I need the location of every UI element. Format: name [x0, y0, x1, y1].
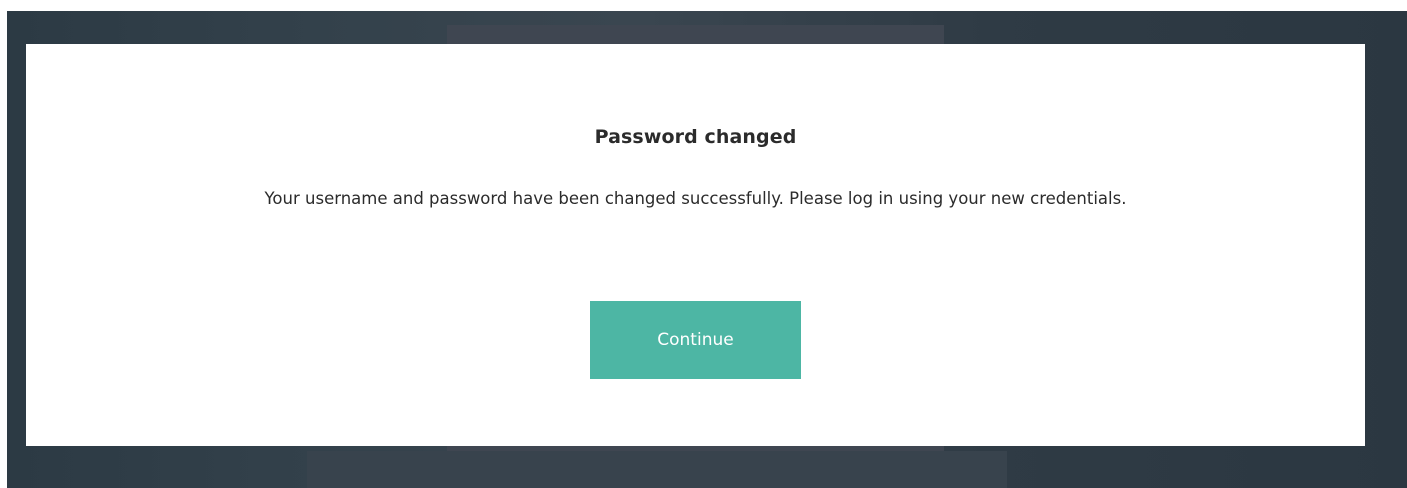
password-changed-dialog: Password changed Your username and passw…	[26, 44, 1365, 446]
backdrop-panel-lower	[307, 451, 1007, 488]
dialog-title: Password changed	[594, 126, 797, 148]
dialog-message: Your username and password have been cha…	[264, 189, 1127, 208]
continue-button[interactable]: Continue	[590, 301, 801, 379]
